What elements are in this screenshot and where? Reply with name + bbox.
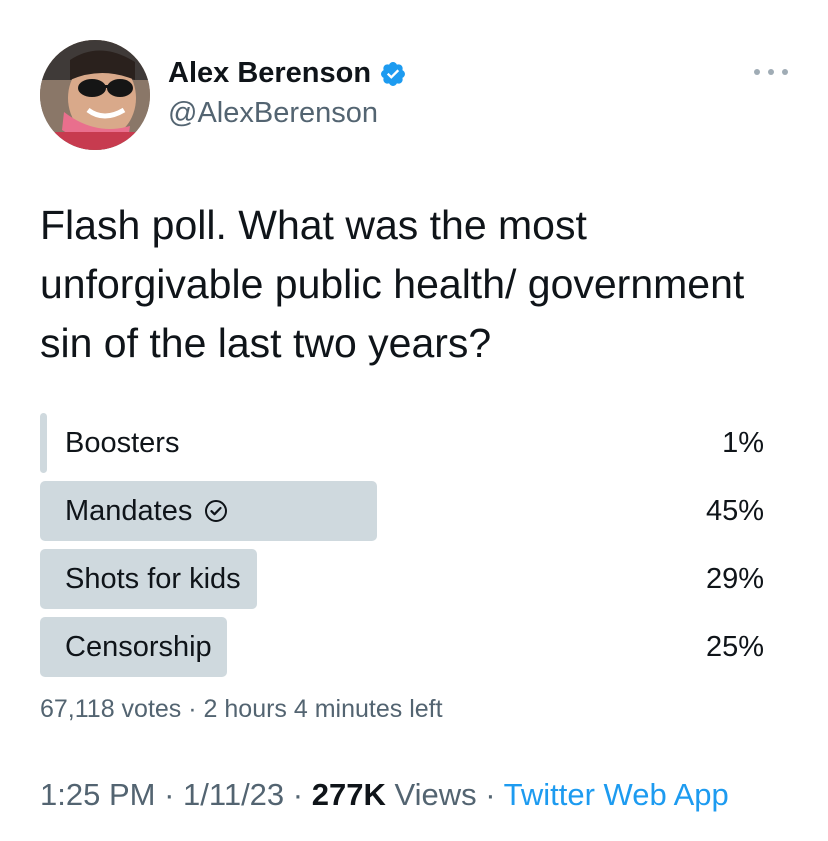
poll-option-text: Boosters bbox=[65, 426, 180, 459]
separator: · bbox=[485, 777, 496, 812]
tweet: Alex Berenson @AlexBerenson Flash poll. … bbox=[0, 0, 828, 841]
poll-bar bbox=[40, 413, 48, 473]
dot-icon bbox=[768, 69, 774, 75]
poll-option-label: Boosters bbox=[65, 413, 179, 473]
separator: · bbox=[292, 777, 304, 812]
avatar-photo bbox=[40, 40, 150, 150]
tweet-text: Flash poll. What was the most unforgivab… bbox=[40, 202, 745, 366]
poll-option-percent: 25% bbox=[705, 630, 764, 663]
separator: · bbox=[164, 777, 175, 812]
tweet-meta: 1:25 PM · 1/11/23 · 277K Views · Twitter… bbox=[40, 777, 729, 813]
poll-option-censorship: Censorship 25% bbox=[40, 617, 768, 677]
author-name[interactable]: Alex Berenson bbox=[168, 57, 371, 90]
poll-option-label: Shots for kids bbox=[65, 549, 241, 609]
poll-option-mandates: Mandates 45% bbox=[40, 481, 768, 541]
poll-option-percent: 45% bbox=[705, 494, 764, 527]
avatar[interactable] bbox=[40, 40, 150, 150]
source-link[interactable]: Twitter Web App bbox=[504, 777, 729, 812]
poll-votes: 67,118 votes bbox=[40, 695, 182, 723]
author-handle[interactable]: @AlexBerenson bbox=[168, 97, 378, 130]
dot-icon bbox=[782, 69, 788, 75]
poll-option-text: Shots for kids bbox=[65, 562, 241, 595]
poll-option-percent: 1% bbox=[722, 426, 764, 459]
poll-option-label: Mandates bbox=[65, 481, 228, 541]
author-name-row: Alex Berenson bbox=[168, 57, 407, 90]
tweet-time[interactable]: 1:25 PM bbox=[40, 777, 155, 812]
poll-time-left: 2 hours 4 minutes left bbox=[203, 695, 443, 723]
views-count: 277K bbox=[311, 777, 386, 812]
poll-option-text: Censorship bbox=[65, 630, 212, 663]
poll-meta: 67,118 votes · 2 hours 4 minutes left bbox=[40, 695, 443, 724]
check-circle-icon bbox=[204, 499, 228, 523]
poll-option-percent: 29% bbox=[705, 562, 764, 595]
poll-option-shots-for-kids: Shots for kids 29% bbox=[40, 549, 768, 609]
poll-option-boosters: Boosters 1% bbox=[40, 413, 768, 473]
poll-option-label: Censorship bbox=[65, 617, 212, 677]
poll: Boosters 1% Mandates 45% Shots for kids bbox=[40, 413, 768, 685]
tweet-date[interactable]: 1/11/23 bbox=[183, 777, 284, 812]
more-horizontal-icon[interactable] bbox=[754, 62, 788, 82]
dot-icon bbox=[754, 69, 760, 75]
views-label: Views bbox=[394, 777, 477, 812]
separator: · bbox=[188, 695, 197, 723]
verified-badge-icon[interactable] bbox=[379, 60, 407, 88]
poll-option-text: Mandates bbox=[65, 494, 193, 527]
